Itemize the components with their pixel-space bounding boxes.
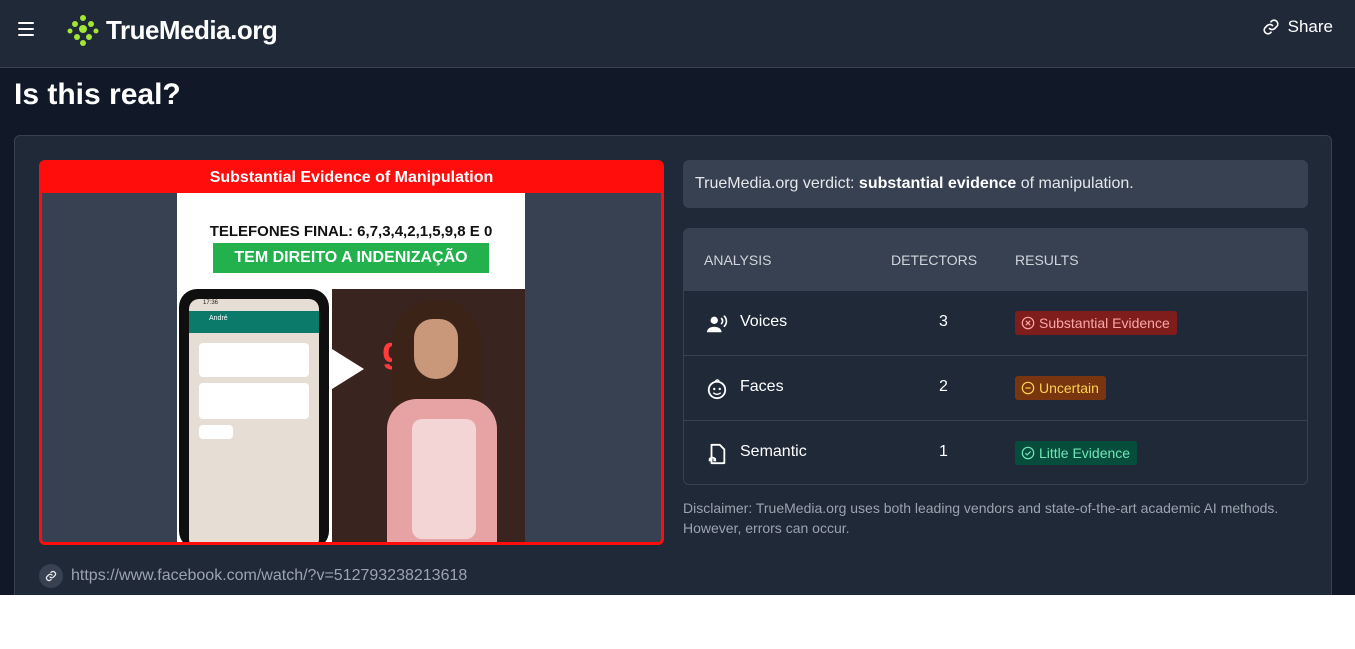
logo-text: TrueMedia.org bbox=[106, 14, 278, 45]
row-detector-count: 1 bbox=[939, 443, 948, 460]
table-row-faces[interactable]: Faces 2 Uncertain bbox=[684, 355, 1307, 420]
chat-contact: André bbox=[209, 315, 228, 322]
menu-icon-line bbox=[18, 28, 34, 30]
disclaimer-text: Disclaimer: TrueMedia.org uses both lead… bbox=[683, 500, 1279, 536]
logo-link[interactable]: TrueMedia.org bbox=[66, 13, 278, 47]
verdict-prefix: TrueMedia.org verdict: bbox=[695, 175, 859, 192]
truemedia-logo-icon bbox=[67, 15, 99, 46]
row-label: Voices bbox=[740, 313, 788, 330]
menu-icon-line bbox=[18, 34, 34, 36]
video-caption-line1: TELEFONES FINAL: 6,7,3,4,2,1,5,9,8 E 0 bbox=[209, 223, 493, 240]
presenter-image: g1 bbox=[332, 289, 525, 542]
header-detectors: DETECTORS bbox=[891, 252, 978, 268]
phone-screen: 17:36 André bbox=[189, 299, 319, 542]
link-icon bbox=[1263, 19, 1279, 35]
row-detector-count: 2 bbox=[939, 378, 948, 395]
badge-label: Substantial Evidence bbox=[1039, 315, 1170, 331]
page-title: Is this real? bbox=[14, 78, 181, 111]
source-url: https://www.facebook.com/watch/?v=512793… bbox=[71, 567, 468, 584]
video-caption-line2: TEM DIREITO A INDENIZAÇÃO bbox=[213, 243, 489, 273]
header-results: RESULTS bbox=[1015, 252, 1079, 268]
chat-header: André bbox=[189, 311, 319, 333]
header-analysis: ANALYSIS bbox=[704, 252, 772, 268]
voice-icon bbox=[706, 315, 728, 333]
minus-circle-icon bbox=[1021, 381, 1035, 395]
row-label: Semantic bbox=[740, 443, 807, 460]
presenter-face bbox=[414, 319, 458, 379]
source-url-link[interactable]: https://www.facebook.com/watch/?v=512793… bbox=[39, 564, 467, 588]
check-circle-icon bbox=[1021, 446, 1035, 460]
manipulation-banner: Substantial Evidence of Manipulation bbox=[42, 163, 661, 193]
menu-button[interactable] bbox=[16, 18, 38, 40]
play-icon[interactable] bbox=[332, 349, 364, 389]
phone-time: 17:36 bbox=[203, 300, 219, 306]
chat-bubble bbox=[199, 383, 309, 419]
status-badge: Little Evidence bbox=[1015, 441, 1138, 465]
table-row-voices[interactable]: Voices 3 Substantial Evidence bbox=[684, 290, 1307, 355]
link-icon bbox=[39, 564, 63, 588]
verdict-box: TrueMedia.org verdict: substantial evide… bbox=[683, 160, 1308, 208]
badge-label: Little Evidence bbox=[1039, 445, 1131, 461]
chat-bubble bbox=[199, 343, 309, 377]
table-header: ANALYSIS DETECTORS RESULTS bbox=[684, 229, 1307, 290]
top-bar: TrueMedia.org Share bbox=[0, 0, 1355, 68]
table-row-semantic[interactable]: Semantic 1 Little Evidence bbox=[684, 420, 1307, 484]
verdict-suffix: of manipulation. bbox=[1016, 175, 1134, 192]
presenter-shirt bbox=[412, 419, 476, 539]
row-detector-count: 3 bbox=[939, 313, 948, 330]
menu-icon-line bbox=[18, 22, 34, 24]
share-label: Share bbox=[1287, 17, 1333, 36]
x-circle-icon bbox=[1021, 316, 1035, 330]
app-root: TrueMedia.org Share Is this real? Substa… bbox=[0, 0, 1355, 595]
row-label: Faces bbox=[740, 378, 784, 395]
media-preview[interactable]: Substantial Evidence of Manipulation TEL… bbox=[39, 160, 664, 545]
chat-bubble bbox=[199, 425, 233, 439]
semantic-icon bbox=[708, 443, 726, 465]
status-badge: Uncertain bbox=[1015, 376, 1106, 400]
share-button[interactable]: Share bbox=[1262, 16, 1333, 38]
result-card: Substantial Evidence of Manipulation TEL… bbox=[14, 135, 1332, 595]
analysis-table: ANALYSIS DETECTORS RESULTS Voices 3 Subs… bbox=[683, 228, 1308, 485]
status-badge: Substantial Evidence bbox=[1015, 311, 1177, 335]
verdict-emphasis: substantial evidence bbox=[858, 175, 1017, 192]
face-icon bbox=[707, 379, 727, 400]
phone-image: 17:36 André bbox=[179, 289, 329, 542]
badge-label: Uncertain bbox=[1039, 380, 1099, 396]
